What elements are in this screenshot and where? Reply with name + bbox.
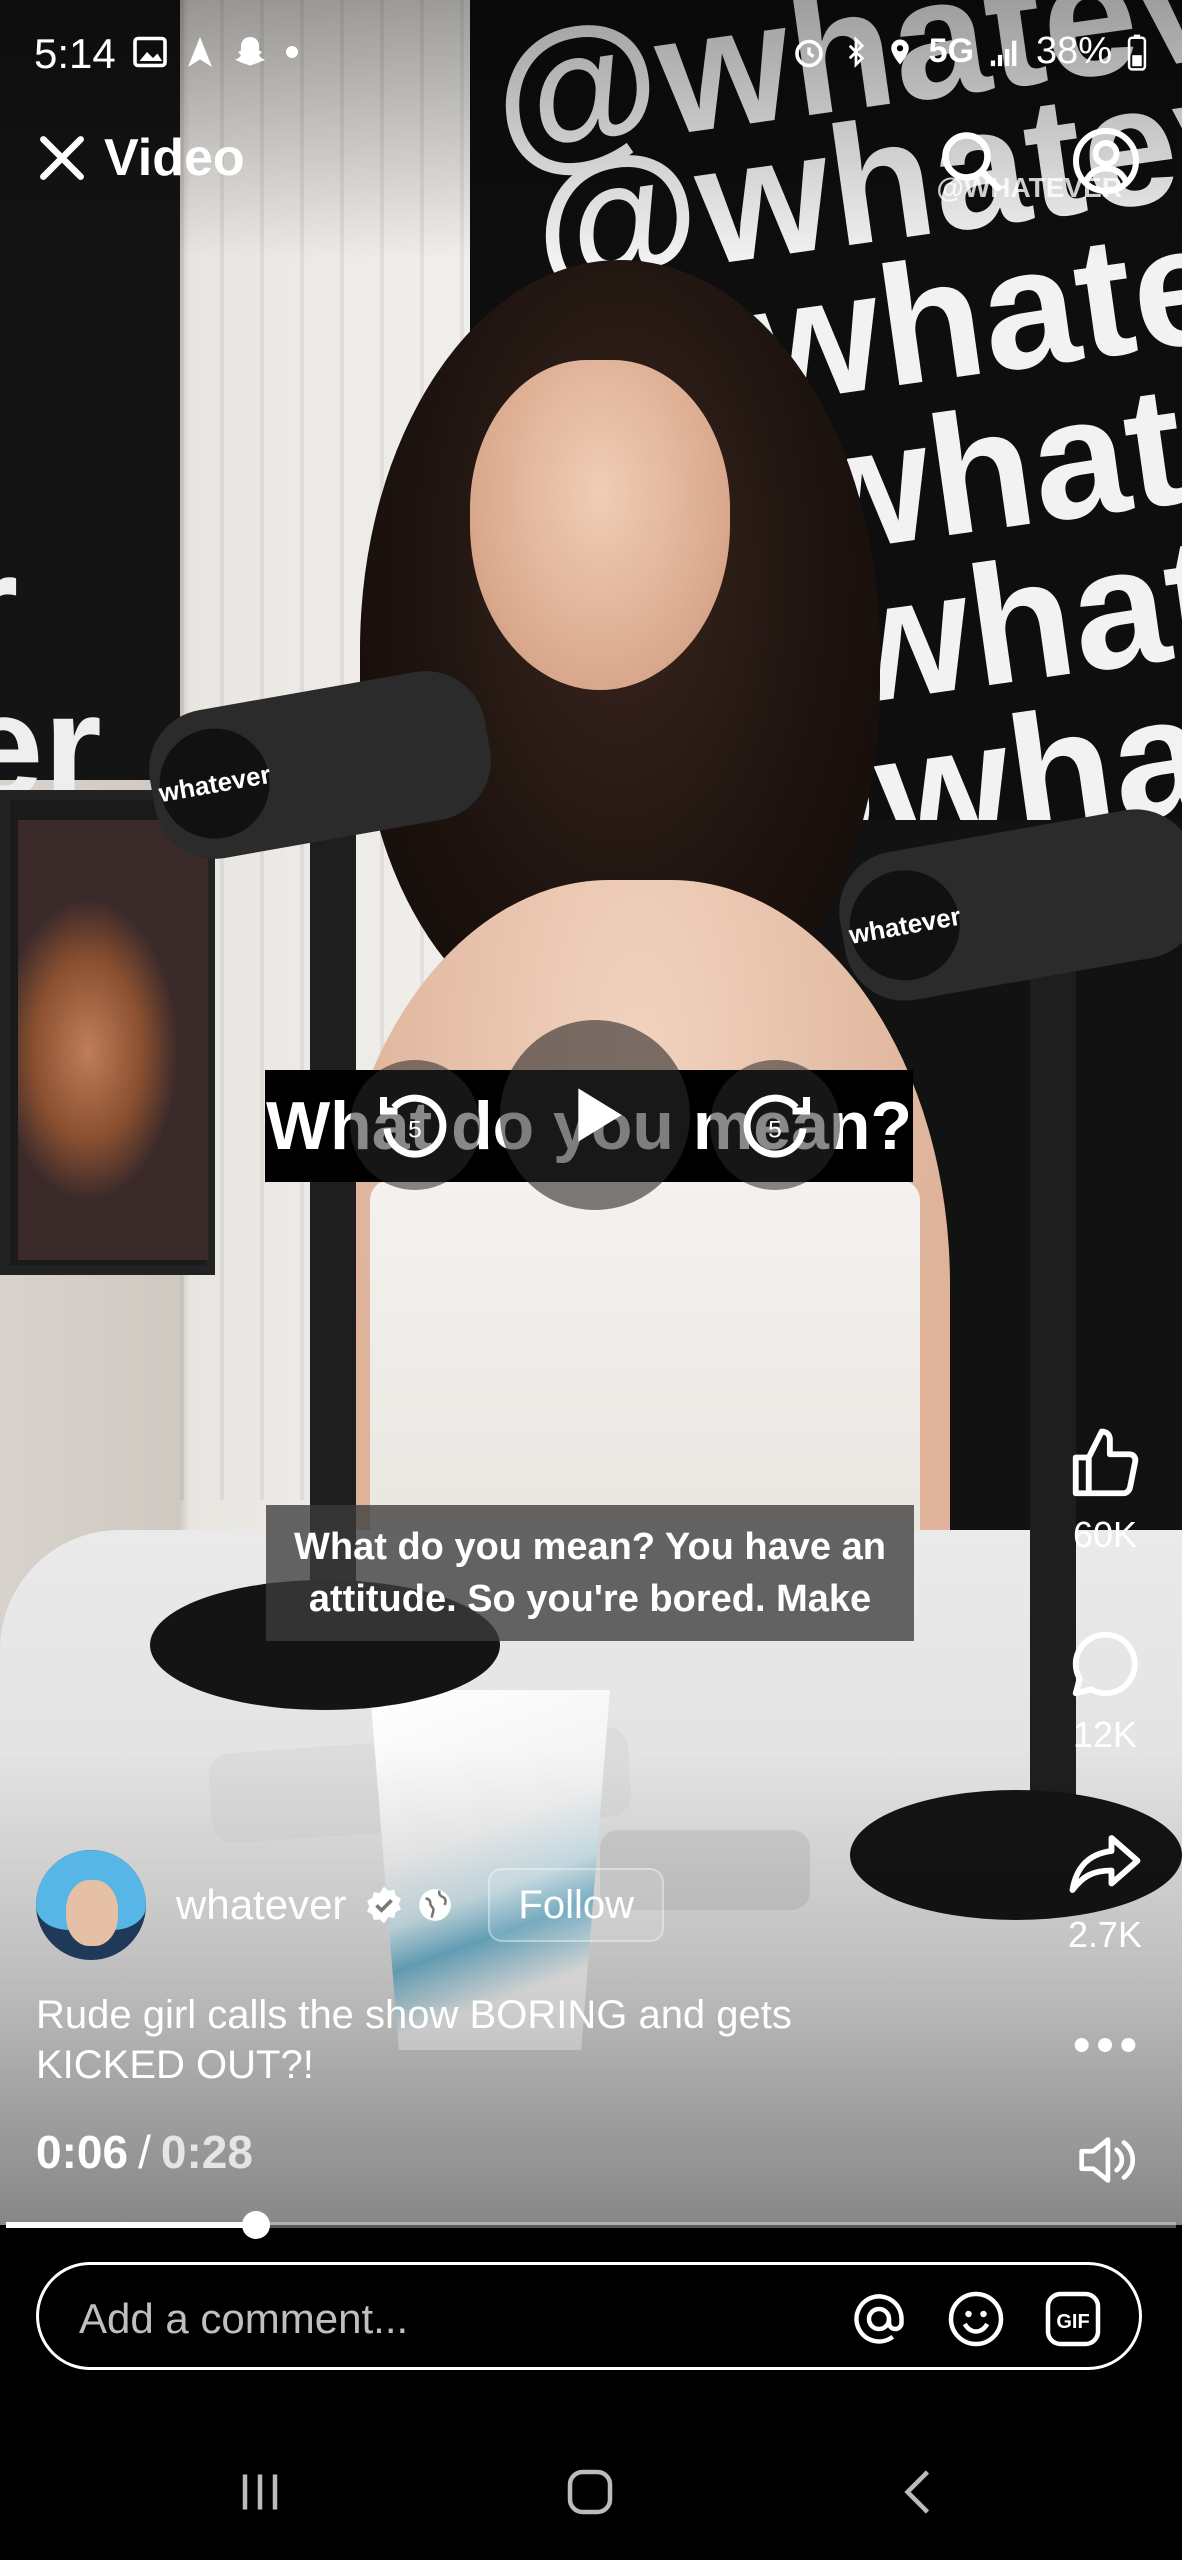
profile-button[interactable] [1070,125,1142,202]
notification-icons [132,34,302,70]
comment-placeholder: Add a comment... [79,2295,409,2342]
battery-icon [1127,34,1147,71]
rewind-button[interactable]: 5 [350,1060,480,1190]
video-description[interactable]: Rude girl calls the show BORING and gets… [36,1990,936,2090]
back-icon [904,2470,930,2514]
seek-bar-handle[interactable] [242,2211,271,2239]
close-icon [40,136,84,180]
gallery-icon [133,36,167,68]
person-face [470,360,730,690]
alarm-icon [794,39,823,67]
play-icon [578,1088,622,1142]
home-icon [567,2469,613,2515]
recents-button[interactable] [230,2462,290,2527]
system-icons: 5G 38% [791,30,1148,73]
comment-count: 12K [1072,1714,1138,1755]
back-button[interactable] [890,2462,950,2527]
gif-button[interactable]: GIF [1043,2289,1103,2354]
more-dots-icon [1074,2038,1136,2052]
mic-brand-label: whatever [841,861,969,990]
author-row: whatever Follow [36,1850,665,1960]
location-icon [890,39,909,64]
gif-icon: GIF [1045,2291,1101,2347]
home-button[interactable] [560,2462,620,2527]
like-count: 60K [1072,1514,1138,1555]
microphone: whatever [829,799,1182,1011]
volume-icon [1079,2137,1136,2183]
thumbs-up-icon [1072,1428,1139,1497]
battery-percent: 38% [1035,30,1112,72]
current-time: 0:06 [36,2126,129,2178]
status-time: 5:14 [34,30,116,77]
rewind-icon: 5 [380,1094,447,1158]
framed-poster [0,790,215,1275]
comment-button[interactable]: 12K [1030,1625,1180,1756]
comment-bubble-icon [1072,1631,1138,1697]
forward-seconds: 5 [768,1116,782,1143]
avatar[interactable] [36,1850,146,1960]
header-title: Video [104,129,245,187]
signal-icon [990,40,1017,66]
status-bar: 5:14 5G 38% [0,0,1182,110]
forward-icon: 5 [743,1094,810,1158]
rewind-seconds: 5 [408,1116,422,1143]
author-name[interactable]: whatever [176,1881,346,1929]
seek-bar[interactable] [6,2211,1176,2239]
close-video-button[interactable]: Video [34,128,245,188]
like-button[interactable]: 60K [1030,1425,1180,1556]
dot-icon [286,46,298,58]
playback-controls: 5 5 [350,1020,840,1220]
more-options-button[interactable] [1030,2030,1180,2065]
duration: 0:28 [160,2126,253,2178]
mic-brand-label: whatever [150,719,279,848]
follow-button[interactable]: Follow [488,1868,665,1942]
navigation-icon [188,37,212,67]
mention-button[interactable] [849,2289,909,2354]
snapchat-icon [235,37,265,66]
forward-button[interactable]: 5 [710,1060,840,1190]
seek-bar-fill [6,2222,257,2228]
emoji-icon [948,2291,1004,2347]
mute-button[interactable] [1030,2125,1180,2200]
emoji-button[interactable] [946,2289,1006,2354]
search-icon [942,132,1002,192]
verified-badge-icon [367,1886,402,1924]
share-button[interactable]: 2.7K [1030,1825,1180,1956]
system-navigation-bar [0,2420,1182,2560]
share-count: 2.7K [1067,1914,1143,1955]
recents-icon [242,2474,278,2510]
subtitle-caption: What do you mean? You have an attitude. … [266,1505,914,1641]
at-sign-icon [854,2294,904,2344]
network-type: 5G [928,32,974,70]
timecode: 0:06/0:28 [36,2125,253,2179]
bluetooth-icon [848,35,864,68]
share-arrow-icon [1069,1835,1141,1893]
play-button[interactable] [500,1020,690,1210]
globe-icon [419,1889,452,1921]
gif-label: GIF [1056,2311,1089,2333]
profile-icon [1073,128,1139,194]
comment-input[interactable]: Add a comment... GIF [36,2262,1142,2370]
time-separator: / [138,2126,151,2178]
search-button[interactable] [935,125,1007,202]
